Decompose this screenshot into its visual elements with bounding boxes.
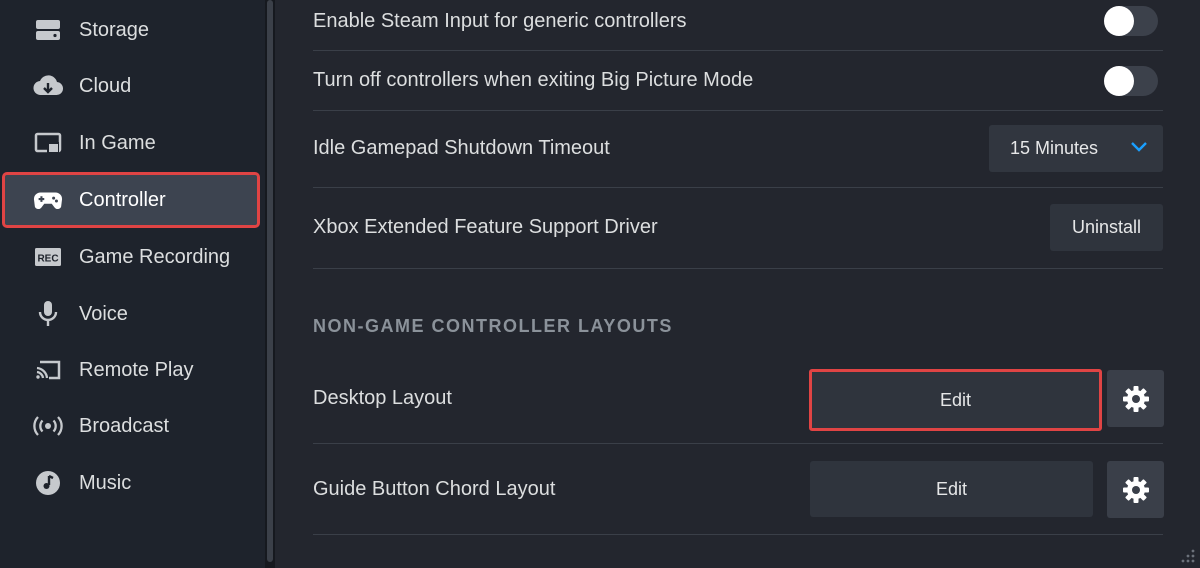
storage-icon bbox=[33, 15, 63, 45]
desktop-layout-label: Desktop Layout bbox=[313, 387, 452, 409]
in-game-icon bbox=[33, 128, 63, 158]
rec-icon: REC bbox=[33, 242, 63, 272]
divider bbox=[313, 187, 1163, 188]
controller-settings-panel: Enable Steam Input for generic controlle… bbox=[275, 0, 1200, 568]
sidebar-item-in-game[interactable]: In Game bbox=[0, 115, 262, 171]
broadcast-icon bbox=[33, 411, 63, 441]
sidebar-item-label: Storage bbox=[79, 18, 150, 41]
sidebar-item-label: Cloud bbox=[79, 74, 132, 97]
sidebar-item-label: Game Recording bbox=[79, 245, 231, 268]
sidebar-scrollbar[interactable] bbox=[265, 0, 275, 568]
chevron-down-icon bbox=[1131, 142, 1147, 152]
steam-input-label: Enable Steam Input for generic controlle… bbox=[313, 10, 687, 32]
uninstall-button[interactable]: Uninstall bbox=[1050, 204, 1163, 251]
sidebar-item-broadcast[interactable]: Broadcast bbox=[0, 398, 262, 454]
sidebar-item-voice[interactable]: Voice bbox=[0, 286, 262, 342]
desktop-layout-settings-button[interactable] bbox=[1107, 370, 1164, 427]
sidebar-item-remote-play[interactable]: Remote Play bbox=[0, 342, 262, 398]
divider bbox=[313, 268, 1163, 269]
cast-icon bbox=[33, 355, 63, 385]
steam-input-toggle[interactable] bbox=[1104, 6, 1158, 36]
divider bbox=[313, 534, 1163, 535]
toggle-knob bbox=[1104, 6, 1134, 36]
idle-timeout-value: 15 Minutes bbox=[1010, 138, 1099, 158]
music-icon bbox=[33, 468, 63, 498]
sidebar-item-label: Voice bbox=[79, 302, 128, 325]
turn-off-controllers-label: Turn off controllers when exiting Big Pi… bbox=[313, 69, 754, 91]
turn-off-controllers-toggle[interactable] bbox=[1104, 66, 1158, 96]
divider bbox=[313, 443, 1163, 444]
guide-chord-layout-label: Guide Button Chord Layout bbox=[313, 478, 556, 500]
microphone-icon bbox=[33, 299, 63, 329]
sidebar-item-controller[interactable]: Controller bbox=[2, 172, 260, 228]
sidebar-item-label: Music bbox=[79, 471, 132, 494]
cloud-icon bbox=[33, 71, 63, 101]
desktop-layout-edit-button[interactable]: Edit bbox=[809, 369, 1102, 431]
sidebar-item-label: Remote Play bbox=[79, 358, 194, 381]
sidebar-scrollbar-thumb[interactable] bbox=[267, 0, 273, 562]
settings-sidebar: Storage Cloud In Game Controller REC Gam… bbox=[0, 0, 265, 568]
sidebar-item-cloud[interactable]: Cloud bbox=[0, 58, 262, 114]
section-title: NON-GAME CONTROLLER LAYOUTS bbox=[313, 316, 673, 336]
idle-timeout-label: Idle Gamepad Shutdown Timeout bbox=[313, 137, 610, 159]
rec-badge-text: REC bbox=[37, 254, 58, 265]
sidebar-item-storage[interactable]: Storage bbox=[0, 2, 262, 58]
sidebar-item-label: Controller bbox=[79, 188, 166, 211]
idle-timeout-dropdown[interactable]: 15 Minutes bbox=[989, 125, 1163, 172]
gear-icon bbox=[1122, 476, 1149, 503]
guide-chord-edit-button[interactable]: Edit bbox=[810, 461, 1093, 517]
xbox-driver-label: Xbox Extended Feature Support Driver bbox=[313, 216, 658, 238]
resize-grip-icon[interactable] bbox=[1180, 548, 1196, 564]
sidebar-item-label: In Game bbox=[79, 131, 156, 154]
sidebar-item-music[interactable]: Music bbox=[0, 455, 262, 511]
divider bbox=[313, 110, 1163, 111]
guide-chord-settings-button[interactable] bbox=[1107, 461, 1164, 518]
sidebar-item-label: Broadcast bbox=[79, 414, 170, 437]
divider bbox=[313, 50, 1163, 51]
toggle-knob bbox=[1104, 66, 1134, 96]
controller-icon bbox=[33, 185, 63, 215]
gear-icon bbox=[1122, 385, 1149, 412]
sidebar-item-game-recording[interactable]: REC Game Recording bbox=[0, 229, 262, 285]
